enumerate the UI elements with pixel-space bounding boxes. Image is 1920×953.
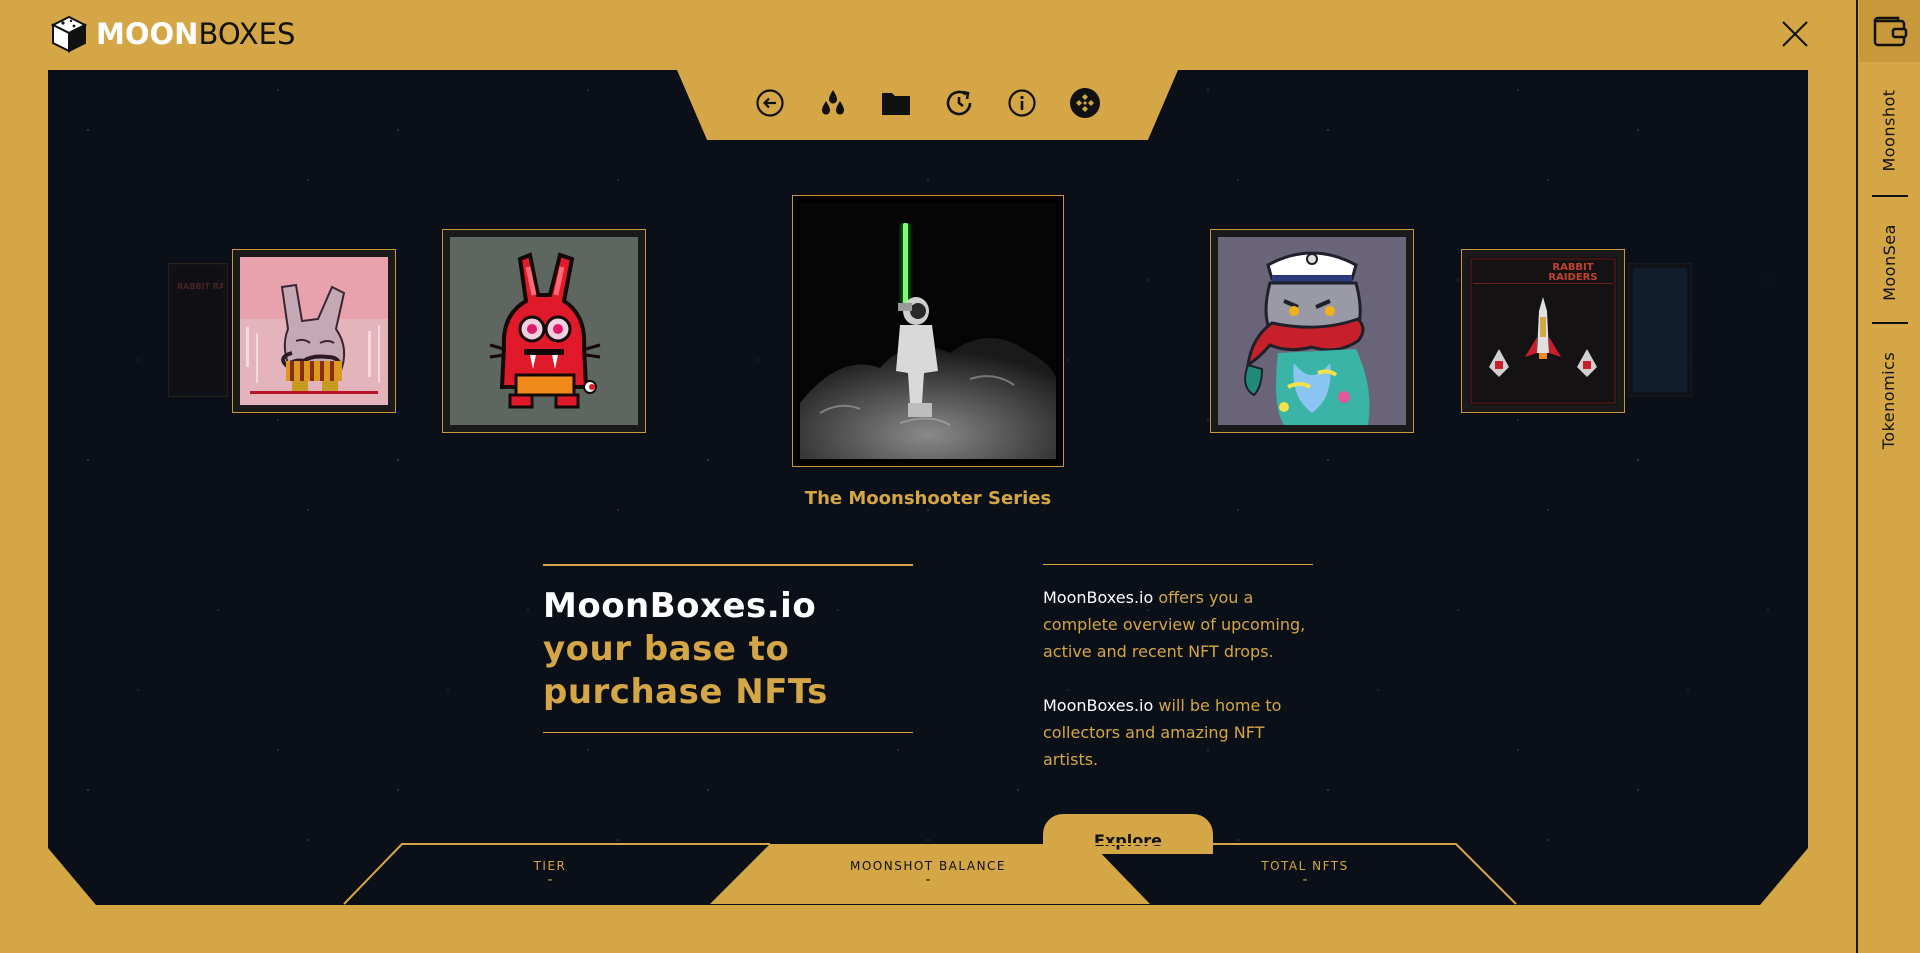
carousel-card-far-right[interactable]	[1628, 263, 1692, 397]
wallet-icon	[1873, 16, 1908, 47]
carousel-card-sailor-duck[interactable]	[1210, 229, 1414, 433]
icon-toolbar	[677, 70, 1178, 140]
moonshooter-artwork	[800, 203, 1056, 459]
headline-bottom-rule	[543, 732, 913, 733]
folder-icon	[882, 93, 910, 115]
logo-wordmark-part1: MOON	[96, 16, 199, 51]
stat-value: -	[925, 872, 931, 888]
logo[interactable]: MOONBOXES	[50, 15, 295, 53]
headline-line3: purchase NFTs	[543, 672, 828, 712]
stat-moonshot-balance: MOONSHOT BALANCE -	[808, 845, 1048, 905]
binance-icon	[1070, 88, 1100, 118]
pink-rabbit-artwork	[240, 257, 388, 405]
card-caption: RABBIT RAIDERS	[177, 282, 223, 291]
drops-icon	[822, 90, 844, 115]
carousel-card-far-left[interactable]: RABBIT RAIDERS	[168, 263, 228, 397]
headline-line2: your base to	[543, 629, 790, 669]
cube-logo-icon	[50, 15, 88, 53]
stat-label: TIER	[533, 859, 567, 873]
rail-item-moonshot[interactable]: Moonshot	[1858, 80, 1920, 180]
active-card-title: The Moonshooter Series	[804, 488, 1052, 509]
collection-button[interactable]	[880, 87, 913, 120]
close-button[interactable]	[1779, 18, 1811, 50]
stat-value: -	[547, 872, 553, 888]
card-caption: RABBIT RAIDERS	[1548, 262, 1598, 283]
rail-item-moonsea[interactable]: MoonSea	[1858, 210, 1920, 315]
right-rail: Moonshot MoonSea Tokenomics	[1856, 0, 1920, 953]
info-icon	[1008, 89, 1036, 117]
binance-button[interactable]	[1069, 87, 1102, 120]
description-brand: MoonBoxes.io	[1043, 588, 1154, 607]
carousel-card-pink-rabbit[interactable]	[232, 249, 396, 413]
description-top-rule	[1043, 564, 1313, 565]
drops-button[interactable]	[817, 87, 850, 120]
history-icon	[946, 90, 972, 116]
rail-item-label: Moonshot	[1879, 88, 1899, 172]
carousel-card-moonshooter[interactable]	[792, 195, 1064, 467]
rail-item-label: MoonSea	[1879, 224, 1899, 301]
carousel-card-red-rabbit[interactable]	[442, 229, 646, 433]
sailor-duck-artwork	[1218, 237, 1406, 425]
info-button[interactable]	[1006, 87, 1039, 120]
red-rabbit-artwork	[450, 237, 638, 425]
rail-divider	[1872, 322, 1908, 324]
back-button[interactable]	[754, 87, 787, 120]
history-button[interactable]	[943, 87, 976, 120]
stat-label: TOTAL NFTS	[1261, 859, 1349, 873]
close-icon	[1782, 21, 1808, 47]
description-paragraph-1: MoonBoxes.io offers you a complete overv…	[1043, 584, 1323, 665]
description-brand: MoonBoxes.io	[1043, 696, 1154, 715]
stat-label: MOONSHOT BALANCE	[850, 859, 1006, 873]
wallet-button[interactable]	[1859, 0, 1920, 62]
stat-value: -	[1302, 872, 1308, 888]
rail-item-tokenomics[interactable]: Tokenomics	[1858, 338, 1920, 463]
back-arrow-icon	[756, 89, 784, 117]
logo-wordmark-part2: BOXES	[198, 16, 296, 51]
headline-line1: MoonBoxes.io	[543, 586, 817, 626]
rail-divider	[1872, 195, 1908, 197]
carousel-card-rocket[interactable]: RABBIT RAIDERS	[1461, 249, 1625, 413]
hero-headline: MoonBoxes.io your base to purchase NFTs	[543, 585, 923, 714]
logo-wordmark: MOONBOXES	[96, 16, 296, 51]
headline-top-rule	[543, 564, 913, 566]
stat-tier: TIER -	[430, 845, 670, 905]
stat-total-nfts: TOTAL NFTS -	[1185, 845, 1425, 905]
rail-item-label: Tokenomics	[1879, 351, 1899, 450]
description-paragraph-2: MoonBoxes.io will be home to collectors …	[1043, 692, 1323, 773]
